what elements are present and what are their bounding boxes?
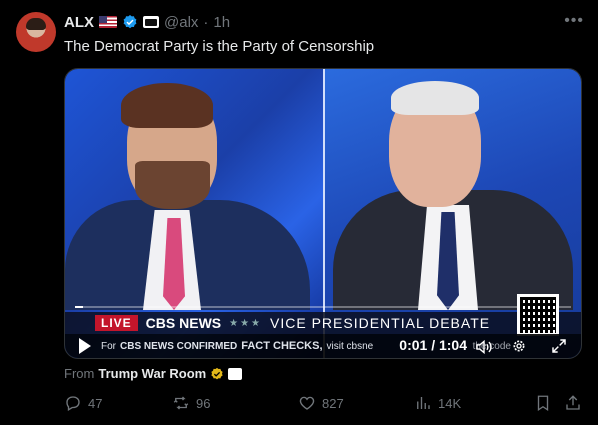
share-icon[interactable]: [564, 394, 582, 412]
tweet-time[interactable]: 1h: [213, 14, 230, 31]
more-options-icon[interactable]: •••: [564, 12, 584, 30]
source-affiliation-icon: [228, 367, 243, 380]
from-label: From: [64, 366, 95, 381]
subtitle-network: CBS NEWS CONFIRMED: [120, 340, 238, 352]
like-button[interactable]: 827: [298, 394, 344, 412]
fullscreen-icon[interactable]: [551, 338, 567, 354]
play-icon[interactable]: [79, 338, 91, 354]
author-handle[interactable]: @alx: [164, 14, 198, 31]
repost-button[interactable]: 96: [172, 394, 210, 412]
reply-count: 47: [88, 395, 103, 411]
volume-icon[interactable]: [475, 340, 493, 354]
affiliation-icon[interactable]: [143, 16, 159, 28]
author-name[interactable]: ALX: [64, 14, 94, 31]
ticker-title: VICE PRESIDENTIAL DEBATE: [270, 315, 491, 331]
source-attribution: From Trump War Room: [64, 366, 243, 381]
tweet-text: The Democrat Party is the Party of Censo…: [64, 38, 375, 55]
video-time-readout: 0:01 / 1:04: [399, 337, 467, 353]
video-progress-fill: [75, 306, 83, 308]
speaker-left-hair: [121, 83, 213, 128]
subtitle-visit: visit cbsne: [326, 340, 374, 352]
reply-icon: [66, 396, 80, 411]
views-button[interactable]: 14K: [414, 394, 461, 412]
views-chart-icon: [417, 397, 430, 409]
ticker-stars: ★★★: [229, 317, 263, 329]
network-logo: CBS NEWS: [145, 315, 222, 331]
video-player[interactable]: LIVE CBS NEWS ★★★ VICE PRESIDENTIAL DEBA…: [64, 68, 582, 359]
repost-icon: [173, 396, 189, 410]
tweet-header: ALX @alx · 1h •••: [64, 12, 584, 32]
repost-count: 96: [196, 395, 211, 411]
avatar[interactable]: [16, 12, 56, 52]
settings-gear-icon[interactable]: [511, 338, 527, 354]
speaker-left-beard: [135, 161, 210, 209]
view-count: 14K: [438, 395, 462, 411]
live-badge: LIVE: [95, 315, 138, 331]
verified-badge-icon: [123, 15, 137, 29]
qr-code: [517, 294, 559, 336]
fact-check-text: FACT CHECKS,: [241, 340, 323, 352]
subtitle-prefix: For: [101, 340, 116, 352]
gold-verified-icon: [211, 367, 223, 379]
action-bar: 47 96 827 14K: [64, 394, 584, 414]
speaker-right-hair: [391, 81, 479, 115]
reply-button[interactable]: 47: [64, 394, 102, 412]
us-flag-icon: [99, 16, 117, 28]
source-account[interactable]: Trump War Room: [98, 366, 206, 381]
news-ticker: LIVE CBS NEWS ★★★ VICE PRESIDENTIAL DEBA…: [65, 312, 581, 334]
bookmark-icon[interactable]: [534, 394, 552, 412]
video-controls: For CBS NEWS CONFIRMED FACT CHECKS, visi…: [65, 334, 581, 358]
heart-icon: [299, 396, 315, 410]
video-progress-bar[interactable]: [75, 306, 571, 308]
separator-dot: ·: [203, 13, 209, 31]
like-count: 827: [322, 395, 344, 411]
